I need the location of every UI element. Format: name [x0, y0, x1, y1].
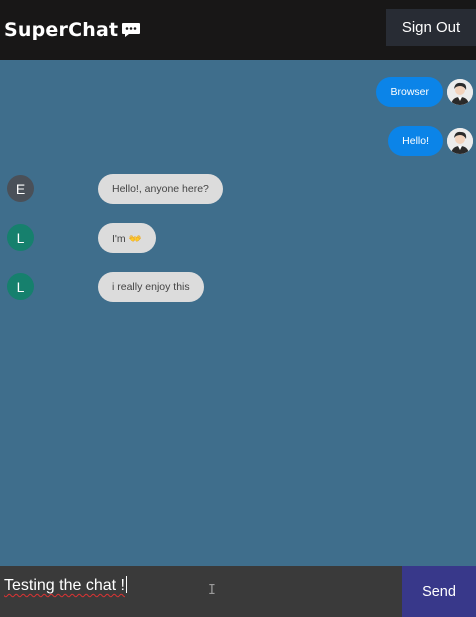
user-avatar: [447, 128, 473, 154]
text-cursor-icon: I: [208, 583, 216, 598]
message-input[interactable]: Testing the chat ! I: [0, 566, 402, 617]
message-input-value: Testing the chat !: [4, 577, 125, 594]
message-list[interactable]: Browser Hello! E Hello!, anyone here? L …: [0, 60, 476, 566]
app-title: SuperChat: [4, 19, 119, 41]
send-button[interactable]: Send: [402, 566, 476, 617]
message-row: Browser: [0, 75, 476, 109]
message-bubble: i really enjoy this: [98, 272, 204, 302]
app-header: SuperChat Sign Out: [0, 0, 476, 60]
message-row: Hello!: [0, 124, 476, 158]
avatar: L: [7, 273, 34, 300]
chat-bubble-icon: [121, 22, 141, 38]
brand: SuperChat: [4, 19, 141, 41]
message-row: E Hello!, anyone here?: [0, 172, 476, 206]
message-bubble: Hello!: [388, 126, 443, 156]
message-row: L I'm 👐: [0, 221, 476, 255]
message-row: L i really enjoy this: [0, 270, 476, 304]
message-bubble: Hello!, anyone here?: [98, 174, 223, 204]
sign-out-button[interactable]: Sign Out: [386, 9, 476, 46]
message-bubble: Browser: [376, 77, 443, 107]
text-caret: [125, 576, 127, 593]
avatar: L: [7, 224, 34, 251]
avatar: E: [7, 175, 34, 202]
user-avatar: [447, 79, 473, 105]
message-bubble: I'm 👐: [98, 223, 156, 253]
composer: Testing the chat ! I Send: [0, 566, 476, 617]
